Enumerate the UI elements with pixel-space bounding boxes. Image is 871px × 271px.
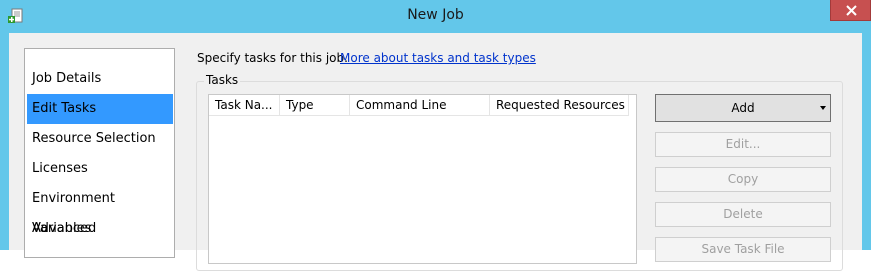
- column-header-command-line[interactable]: Command Line: [350, 95, 490, 116]
- title-bar[interactable]: New Job: [0, 0, 871, 33]
- close-icon: [846, 5, 857, 16]
- nav-item-edit-tasks[interactable]: Edit Tasks: [27, 94, 173, 124]
- dialog-client-area: Job Details Edit Tasks Resource Selectio…: [9, 33, 862, 271]
- edit-button[interactable]: Edit...: [655, 132, 831, 157]
- job-sections-nav: Job Details Edit Tasks Resource Selectio…: [24, 48, 175, 258]
- column-header-task-name[interactable]: Task Na...: [209, 95, 280, 116]
- column-header-type[interactable]: Type: [280, 95, 350, 116]
- nav-item-advanced[interactable]: Advanced: [27, 214, 173, 244]
- tasks-group-label: Tasks: [204, 73, 241, 87]
- add-button-label: Add: [731, 101, 755, 115]
- instruction-text: Specify tasks for this job.: [197, 51, 348, 65]
- copy-button[interactable]: Copy: [655, 167, 831, 192]
- tasks-list[interactable]: Task Na... Type Command Line Requested R…: [208, 94, 637, 264]
- tasks-list-header: Task Na... Type Command Line Requested R…: [209, 95, 636, 116]
- window-title: New Job: [407, 7, 464, 23]
- nav-item-resource-selection[interactable]: Resource Selection: [27, 124, 173, 154]
- dropdown-arrow-icon: [820, 106, 826, 110]
- nav-item-job-details[interactable]: Job Details: [27, 64, 173, 94]
- new-job-window: New Job Job Details Edit Tasks Resource …: [0, 0, 871, 271]
- column-header-requested-resources[interactable]: Requested Resources: [490, 95, 629, 116]
- nav-item-licenses[interactable]: Licenses: [27, 154, 173, 184]
- delete-button[interactable]: Delete: [655, 202, 831, 227]
- close-button[interactable]: [830, 0, 871, 21]
- nav-item-environment-variables[interactable]: Environment Variables: [27, 184, 173, 236]
- add-button[interactable]: Add: [655, 94, 831, 122]
- tasks-help-link[interactable]: More about tasks and task types: [340, 51, 536, 65]
